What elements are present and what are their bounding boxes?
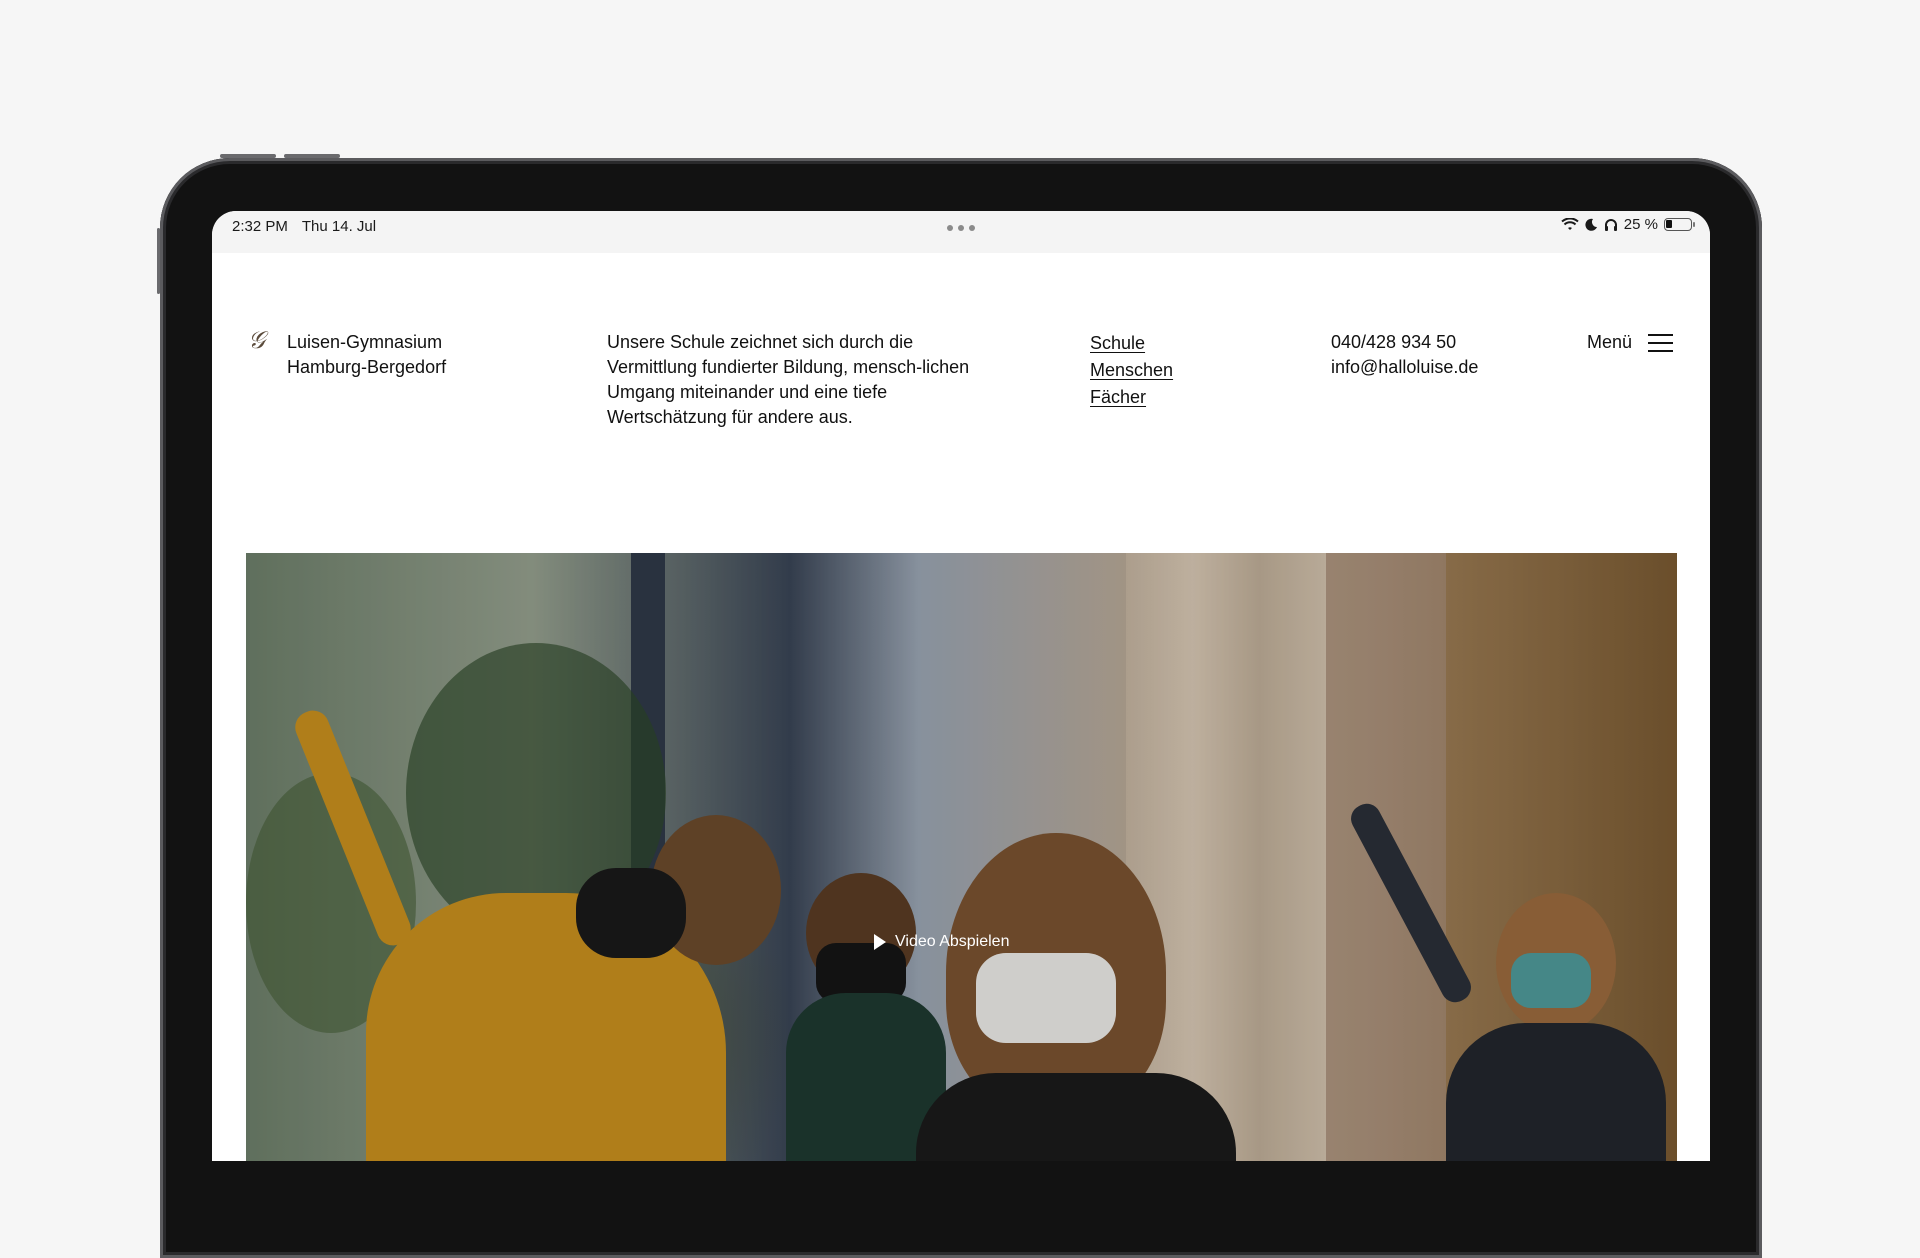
play-video-button[interactable]: Video Abspielen — [874, 933, 1009, 951]
school-name[interactable]: Luisen-Gymnasium Hamburg-Bergedorf — [287, 330, 446, 380]
moon-icon — [1585, 218, 1597, 231]
school-name-line2: Hamburg-Bergedorf — [287, 357, 447, 377]
battery-percent: 25 % — [1623, 216, 1658, 233]
menu-button[interactable]: Menü — [1587, 330, 1674, 355]
status-date: Thu 14. Jul — [301, 218, 377, 235]
volume-down-button — [284, 154, 340, 158]
play-icon — [874, 934, 886, 950]
hero-video[interactable]: Video Abspielen — [246, 553, 1677, 1161]
nav-link-schule[interactable]: Schule — [1090, 330, 1173, 357]
hamburger-icon — [1648, 333, 1674, 352]
site-header: 𝒢 Luisen-Gymnasium Hamburg-Bergedorf Uns… — [212, 271, 1710, 427]
multitasking-dots[interactable] — [947, 225, 975, 231]
wifi-icon — [1561, 217, 1579, 230]
email-address[interactable]: info@halloluise.de — [1331, 355, 1478, 380]
power-button — [157, 228, 160, 294]
school-tagline: Unsere Schule zeichnet sich durch die Ve… — [607, 332, 970, 427]
phone-number[interactable]: 040/428 934 50 — [1331, 330, 1478, 355]
status-time: 2:32 PM — [232, 218, 288, 235]
contact-info: 040/428 934 50 info@halloluise.de — [1331, 330, 1478, 380]
menu-label: Menü — [1587, 332, 1633, 352]
ipad-screen: 2:32 PM Thu 14. Jul 25 % 𝒢 Luisen-Gymnas… — [212, 211, 1710, 1161]
play-video-label: Video Abspielen — [895, 933, 1010, 950]
school-logo[interactable]: 𝒢 — [248, 328, 265, 353]
main-nav: Schule Menschen Fächer — [1090, 330, 1173, 411]
volume-up-button — [220, 154, 276, 158]
battery-icon — [1664, 218, 1695, 231]
nav-link-faecher[interactable]: Fächer — [1090, 384, 1173, 411]
status-bar: 2:32 PM Thu 14. Jul 25 % — [212, 211, 1710, 253]
nav-link-menschen[interactable]: Menschen — [1090, 357, 1173, 384]
school-name-line1: Luisen-Gymnasium — [287, 332, 443, 352]
headphones-icon — [1604, 218, 1617, 231]
